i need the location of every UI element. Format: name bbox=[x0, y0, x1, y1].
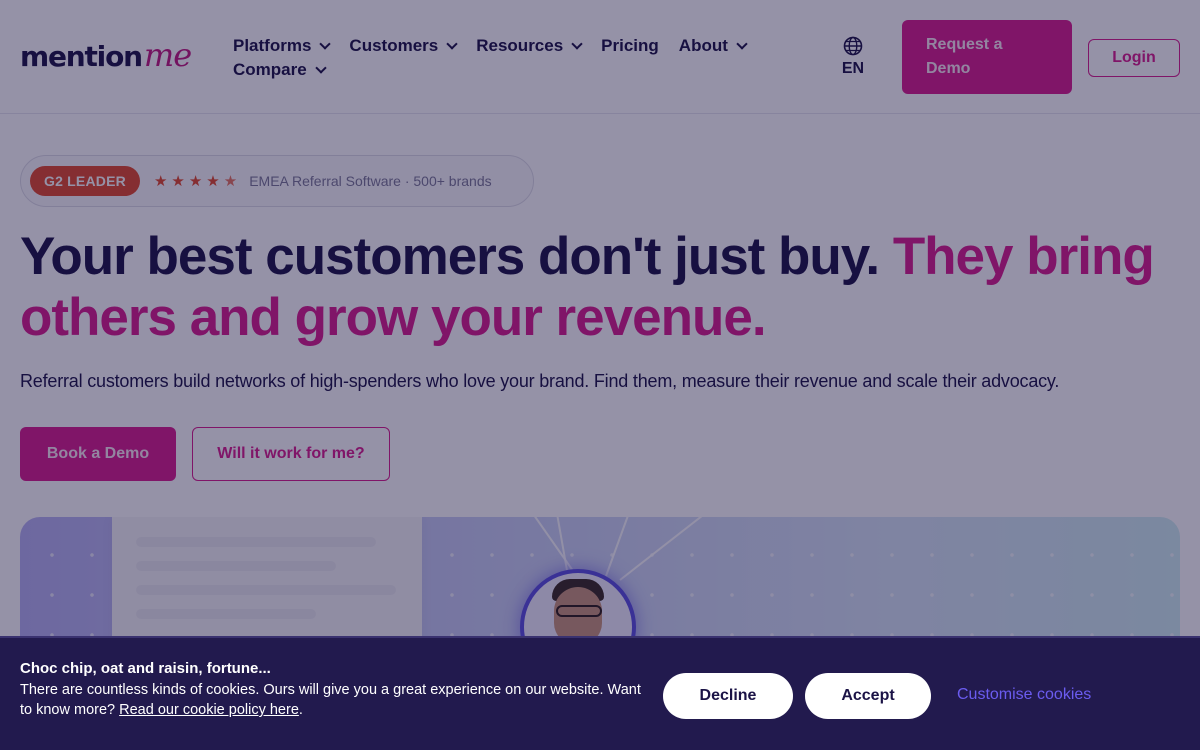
cookie-text: There are countless kinds of cookies. Ou… bbox=[20, 682, 641, 718]
cookie-title: Choc chip, oat and raisin, fortune... bbox=[20, 660, 271, 677]
decline-cookies-button[interactable]: Decline bbox=[663, 673, 793, 719]
cookie-banner: Choc chip, oat and raisin, fortune... Th… bbox=[0, 636, 1200, 750]
accept-cookies-button[interactable]: Accept bbox=[805, 673, 931, 719]
customise-cookies-link[interactable]: Customise cookies bbox=[957, 686, 1091, 704]
cookie-policy-link[interactable]: Read our cookie policy here bbox=[119, 702, 299, 718]
cookie-description: There are countless kinds of cookies. Ou… bbox=[20, 682, 641, 718]
